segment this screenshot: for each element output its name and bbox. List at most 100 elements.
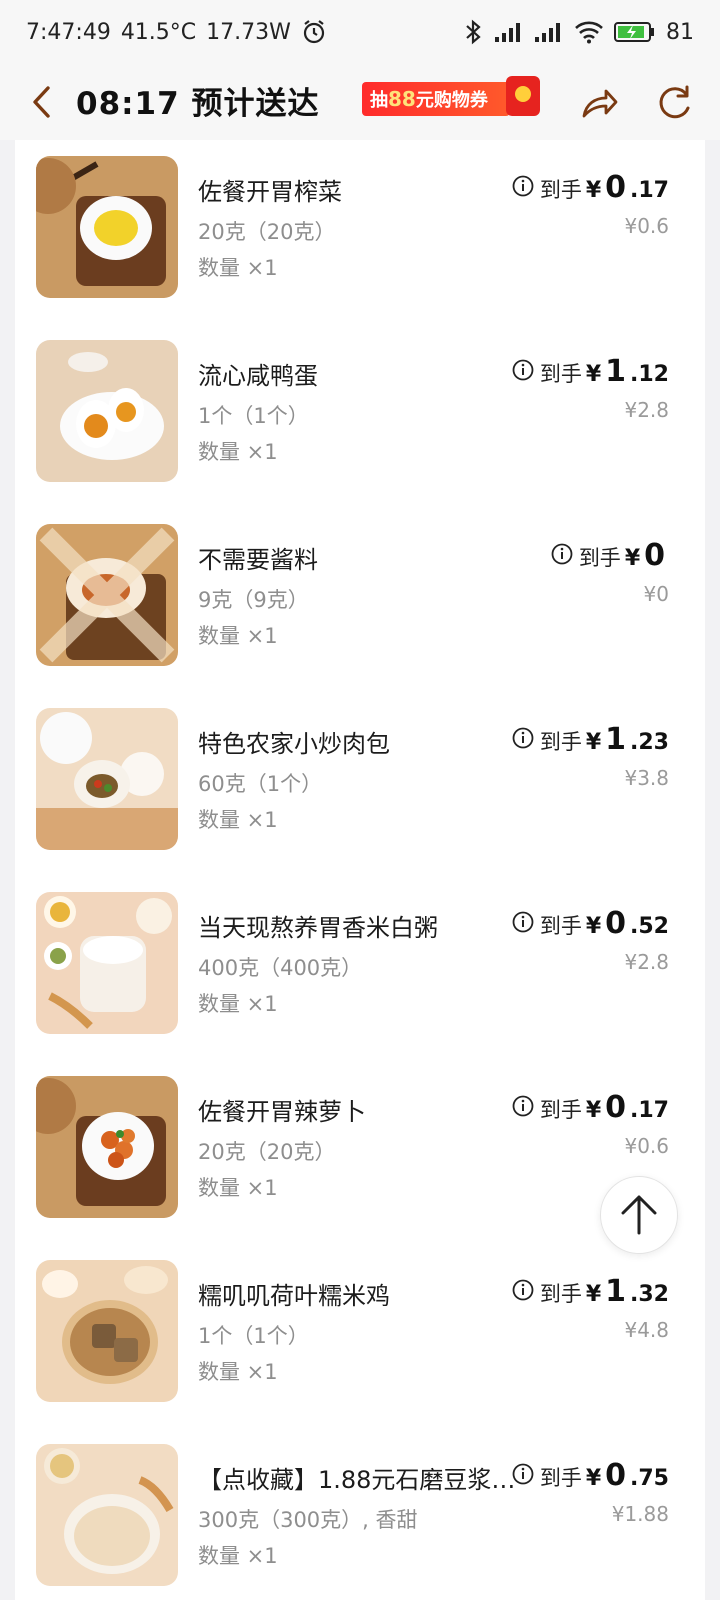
- final-price-integer: 0: [605, 1458, 627, 1493]
- list-item[interactable]: 佐餐开胃榨菜 20克（20克） 数量 ×1 到手 ¥0.17 ¥0.6: [15, 144, 705, 304]
- final-price-integer: 1: [605, 722, 627, 757]
- final-price-label: 到手: [539, 1282, 582, 1306]
- refresh-icon: [659, 85, 690, 119]
- final-price: 到手 ¥0.75: [512, 1458, 669, 1493]
- product-spec: 60克（1个）: [198, 772, 323, 796]
- info-icon[interactable]: [512, 1095, 534, 1121]
- final-price-label: 到手: [539, 1466, 582, 1490]
- product-image[interactable]: [36, 1076, 178, 1218]
- final-price: 到手 ¥0.17: [512, 1090, 669, 1125]
- back-to-top-button[interactable]: [600, 1176, 678, 1254]
- info-icon[interactable]: [512, 911, 534, 937]
- product-spec: 1个（1个）: [198, 1324, 309, 1348]
- info-icon[interactable]: [512, 175, 534, 201]
- product-spec: 1个（1个）: [198, 404, 309, 428]
- product-spec: 20克（20克）: [198, 1140, 336, 1164]
- product-name: 当天现熬养胃香米白粥: [198, 914, 438, 942]
- product-image[interactable]: [36, 1260, 178, 1402]
- product-spec: 9克（9克）: [198, 588, 309, 612]
- list-item[interactable]: 【点收藏】1.88元石磨豆浆… 300克（300克）, 香甜 数量 ×1 到手 ¥0.7…: [15, 1432, 705, 1592]
- product-name: 【点收藏】1.88元石磨豆浆…: [198, 1466, 516, 1494]
- list-item[interactable]: 特色农家小炒肉包 60克（1个） 数量 ×1 到手 ¥1.23 ¥3.8: [15, 696, 705, 856]
- refresh-button[interactable]: [654, 82, 696, 124]
- coupon-banner[interactable]: 抽 88 元购物券: [362, 82, 510, 116]
- final-price-label: 到手: [578, 546, 621, 570]
- product-quantity: 数量 ×1: [198, 440, 278, 464]
- product-quantity: 数量 ×1: [198, 1360, 278, 1384]
- final-price: 到手 ¥0.17: [512, 170, 669, 205]
- info-icon[interactable]: [512, 727, 534, 753]
- coupon-prefix: 抽: [370, 90, 388, 111]
- signal-icon: [534, 21, 564, 43]
- final-price-integer: 1: [605, 1274, 627, 1309]
- currency-symbol: ¥: [585, 730, 602, 755]
- header: 08:17 预计送达 抽 88 元购物券: [0, 64, 720, 140]
- product-image[interactable]: [36, 524, 178, 666]
- final-price: 到手 ¥1.32: [512, 1274, 669, 1309]
- product-name: 流心咸鸭蛋: [198, 362, 318, 390]
- product-name: 佐餐开胃辣萝卜: [198, 1098, 366, 1126]
- info-icon[interactable]: [512, 1279, 534, 1305]
- final-price-label: 到手: [539, 914, 582, 938]
- list-item[interactable]: 糯叽叽荷叶糯米鸡 1个（1个） 数量 ×1 到手 ¥1.32 ¥4.8: [15, 1248, 705, 1408]
- original-price: ¥2.8: [624, 398, 669, 422]
- final-price-integer: 0: [605, 170, 627, 205]
- back-button[interactable]: [24, 82, 64, 122]
- currency-symbol: ¥: [585, 914, 602, 939]
- currency-symbol: ¥: [585, 178, 602, 203]
- product-image[interactable]: [36, 156, 178, 298]
- product-quantity: 数量 ×1: [198, 808, 278, 832]
- info-icon[interactable]: [512, 359, 534, 385]
- product-image[interactable]: [36, 892, 178, 1034]
- bluetooth-icon: [462, 19, 484, 45]
- final-price-label: 到手: [539, 1098, 582, 1122]
- product-spec: 20克（20克）: [198, 220, 336, 244]
- final-price-integer: 0: [605, 906, 627, 941]
- product-quantity: 数量 ×1: [198, 256, 278, 280]
- status-bar: 7:47:49 41.5°C 17.73W 81: [0, 0, 720, 64]
- original-price: ¥3.8: [624, 766, 669, 790]
- info-icon[interactable]: [512, 1463, 534, 1489]
- product-image[interactable]: [36, 1444, 178, 1586]
- original-price: ¥2.8: [624, 950, 669, 974]
- share-button[interactable]: [578, 82, 620, 124]
- product-image[interactable]: [36, 708, 178, 850]
- product-name: 糯叽叽荷叶糯米鸡: [198, 1282, 390, 1310]
- currency-symbol: ¥: [585, 1098, 602, 1123]
- share-icon: [582, 89, 618, 118]
- battery-icon: [614, 21, 656, 43]
- product-image[interactable]: [36, 340, 178, 482]
- page-title: 08:17 预计送达: [76, 86, 320, 122]
- red-packet-icon[interactable]: [506, 76, 540, 116]
- list-item[interactable]: 流心咸鸭蛋 1个（1个） 数量 ×1 到手 ¥1.12 ¥2.8: [15, 328, 705, 488]
- final-price-decimal: .12: [630, 362, 669, 387]
- product-spec: 300克（300克）, 香甜: [198, 1508, 418, 1532]
- list-item[interactable]: 不需要酱料 9克（9克） 数量 ×1 到手 ¥0 ¥0: [15, 512, 705, 672]
- status-time: 7:47:49: [26, 19, 111, 45]
- currency-symbol: ¥: [585, 1466, 602, 1491]
- original-price: ¥4.8: [624, 1318, 669, 1342]
- product-name: 佐餐开胃榨菜: [198, 178, 342, 206]
- list-item[interactable]: 当天现熬养胃香米白粥 400克（400克） 数量 ×1 到手 ¥0.52 ¥2.8: [15, 880, 705, 1040]
- status-power: 17.73W: [206, 19, 291, 45]
- product-quantity: 数量 ×1: [198, 624, 278, 648]
- final-price: 到手 ¥1.23: [512, 722, 669, 757]
- signal-icon: [494, 21, 524, 43]
- currency-symbol: ¥: [585, 362, 602, 387]
- product-name: 特色农家小炒肉包: [198, 730, 390, 758]
- final-price-integer: 0: [605, 1090, 627, 1125]
- original-price: ¥0.6: [624, 214, 669, 238]
- final-price-label: 到手: [539, 730, 582, 754]
- final-price: 到手 ¥0.52: [512, 906, 669, 941]
- wifi-icon: [574, 20, 604, 44]
- alarm-icon: [301, 19, 327, 45]
- battery-level: 81: [666, 19, 694, 45]
- info-icon[interactable]: [551, 543, 573, 569]
- currency-symbol: ¥: [624, 546, 641, 571]
- original-price: ¥0: [643, 582, 669, 606]
- product-spec: 400克（400克）: [198, 956, 363, 980]
- final-price-decimal: .32: [630, 1282, 669, 1307]
- back-icon: [33, 86, 50, 118]
- coupon-suffix: 元购物券: [415, 90, 488, 111]
- product-quantity: 数量 ×1: [198, 992, 278, 1016]
